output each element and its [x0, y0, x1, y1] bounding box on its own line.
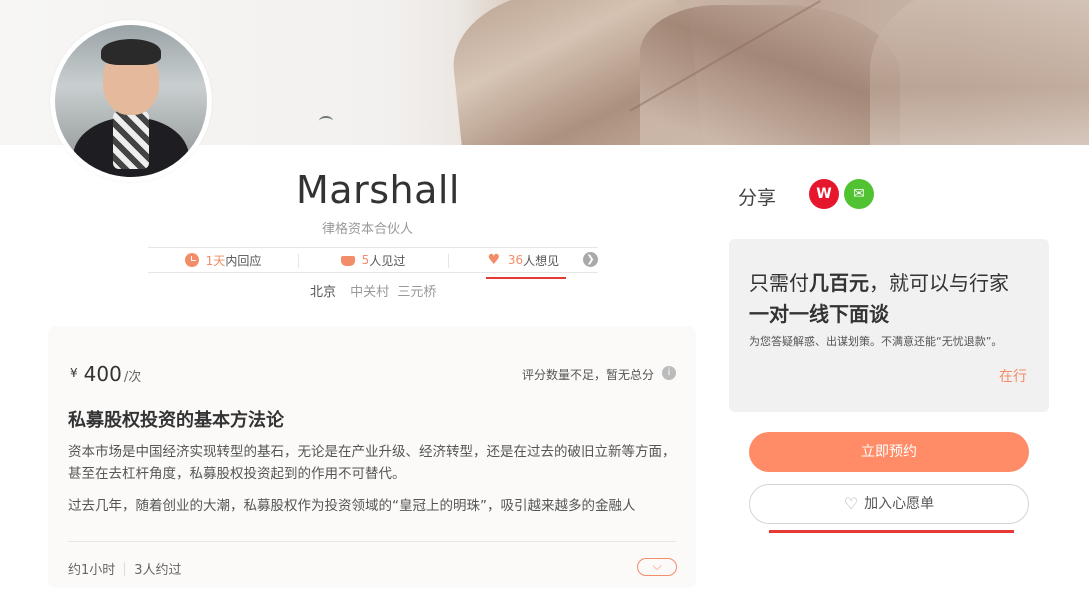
weibo-icon[interactable]: W: [809, 179, 839, 209]
avatar-hair: [101, 39, 161, 65]
price-unit: /次: [123, 370, 142, 385]
promo-box: 只需付几百元，就可以与行家 一对一线下面谈 为您答疑解惑、出谋划策。不满意还能“…: [729, 239, 1049, 412]
topic-meta: 约1小时 3人约过: [68, 559, 182, 578]
wishlist-label: 加入心愿单: [864, 496, 935, 512]
stats-bar: 1天 内回应 5 人见过 ♥ 36 人想见: [148, 247, 598, 273]
location: 北京 中关村 三元桥: [310, 281, 440, 300]
book-now-button[interactable]: 立即预约: [749, 432, 1029, 472]
stat-label: 人见过: [369, 253, 406, 268]
avatar: [50, 20, 212, 182]
topic-duration: 约1小时: [68, 563, 116, 578]
meta-separator: [124, 562, 126, 576]
topic-title[interactable]: 私募股权投资的基本方法论: [68, 406, 284, 432]
currency-symbol: ¥: [70, 366, 78, 380]
expand-button[interactable]: ⌵: [637, 558, 677, 576]
divider: [68, 541, 676, 542]
topic-description: 资本市场是中国经济实现转型的基石，无论是在产业升级、经济转型，还是在过去的破旧立…: [68, 444, 676, 482]
clock-icon: [184, 253, 199, 267]
wishlist-underline: [769, 530, 1014, 533]
share-label: 分享: [738, 187, 777, 209]
banner-rock-shape: [640, 5, 900, 145]
profile-name: Marshall: [296, 168, 460, 212]
avatar-scarf: [113, 111, 149, 169]
stat-label: 内回应: [225, 253, 262, 268]
chevron-right-icon[interactable]: ❯: [583, 252, 598, 267]
wechat-icon[interactable]: ✉: [844, 179, 874, 209]
rating-status: 评分数量不足，暂无总分: [521, 368, 654, 382]
stat-response-time: 1天 内回应: [148, 252, 298, 269]
stat-label: 人想见: [523, 253, 560, 268]
topic-price: ¥400/次: [70, 362, 141, 386]
promo-subheadline: 一对一线下面谈: [749, 302, 889, 326]
promo-brand: 在行: [999, 369, 1027, 385]
heart-outline-icon: ♡: [843, 494, 859, 513]
location-city: 北京: [310, 285, 337, 300]
price-value: 400: [83, 362, 122, 386]
stat-met-count: 5 人见过: [298, 252, 448, 269]
stat-active-underline: [486, 277, 566, 279]
profile-title: 律格资本合伙人: [322, 222, 414, 237]
stat-want-count[interactable]: ♥ 36 人想见: [448, 252, 598, 269]
text-fade-overlay: [48, 512, 696, 538]
promo-text: ，就可以与行家: [869, 271, 1009, 295]
promo-text: 只需付: [749, 271, 809, 295]
stat-num: 5: [361, 253, 370, 267]
avatar-photo: [55, 25, 207, 177]
topic-met-count: 3人约过: [134, 563, 182, 578]
info-icon[interactable]: i: [662, 366, 676, 380]
stat-num: 1天: [205, 253, 226, 268]
location-area: 中关村: [350, 285, 390, 300]
location-area: 三元桥: [397, 285, 437, 300]
promo-headline: 只需付几百元，就可以与行家: [749, 267, 1009, 296]
add-wishlist-button[interactable]: ♡ 加入心愿单: [749, 484, 1029, 524]
stat-num: 36: [507, 253, 524, 267]
banner-bird-shape: [319, 116, 333, 126]
topic-card: ¥400/次 评分数量不足，暂无总分 i 私募股权投资的基本方法论 资本市场是中…: [48, 326, 696, 588]
coffee-cup-icon: [340, 256, 355, 266]
promo-description: 为您答疑解惑、出谋划策。不满意还能“无忧退款”。: [749, 335, 1003, 348]
heart-icon: ♥: [487, 252, 501, 268]
banner-rock-shape: [870, 0, 1089, 145]
promo-highlight: 几百元: [809, 271, 869, 295]
